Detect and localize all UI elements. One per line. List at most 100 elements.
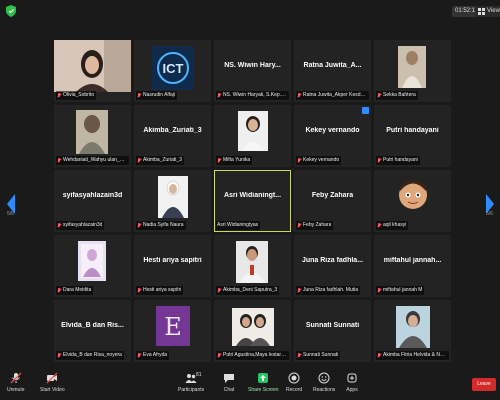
reactions-label: Reactions bbox=[313, 387, 336, 393]
participant-name-label: Hesti ariya sapitri bbox=[136, 286, 184, 295]
muted-mic-icon bbox=[297, 157, 301, 164]
participant-tile[interactable]: E Eva Afryda bbox=[134, 300, 211, 362]
muted-mic-icon bbox=[217, 92, 221, 99]
participant-tile[interactable]: ICT Nasrudin Alfaji bbox=[134, 40, 211, 102]
participant-photo bbox=[232, 308, 274, 346]
participant-photo bbox=[396, 178, 430, 212]
muted-mic-icon bbox=[297, 222, 301, 229]
chat-bubble-icon bbox=[224, 374, 234, 383]
record-icon bbox=[288, 372, 300, 384]
muted-mic-icon bbox=[137, 222, 141, 229]
participant-name-label: Asri Widianingtyas bbox=[216, 221, 261, 230]
view-label: View bbox=[487, 8, 500, 14]
participant-name-label: Wehdaniati_Wahyu ulan_Mifta... bbox=[56, 156, 129, 165]
record-button[interactable]: Record bbox=[286, 372, 302, 393]
share-screen-button[interactable]: Share Screen bbox=[248, 372, 279, 393]
share-screen-label: Share Screen bbox=[248, 387, 279, 393]
muted-mic-icon bbox=[297, 92, 301, 99]
meeting-controls-toolbar: Unmute Start Video Participants 81 Chat … bbox=[0, 368, 500, 400]
participant-tile[interactable]: Wehdaniati_Wahyu ulan_Mifta... bbox=[54, 105, 131, 167]
muted-mic-icon bbox=[377, 222, 381, 229]
participant-tile[interactable]: Nadia Syifa Naura bbox=[134, 170, 211, 232]
participant-photo bbox=[76, 110, 108, 154]
participant-name-label: Juna Riza fadhlah. Mutia bbox=[296, 286, 361, 295]
muted-mic-icon bbox=[377, 287, 381, 294]
participant-tile[interactable]: Elvida_B dan Ris... Elvida_B dan Risa_no… bbox=[54, 300, 131, 362]
participant-tile[interactable]: Sekka Bahtera bbox=[374, 40, 451, 102]
gallery-grid: Olivia_Sobrito ICT Nasrudin Alfaji NS. W… bbox=[54, 40, 451, 362]
apps-button[interactable]: Apps bbox=[346, 372, 358, 393]
participant-tile[interactable]: Akimba_Deni Saputra_3 bbox=[214, 235, 291, 297]
participant-tile[interactable]: Akimba Fitria Helvida & Nurul... bbox=[374, 300, 451, 362]
participant-tile[interactable]: Feby Zahara Feby Zahara bbox=[294, 170, 371, 232]
apps-label: Apps bbox=[346, 387, 358, 393]
muted-mic-icon bbox=[137, 157, 141, 164]
participant-tile[interactable]: Ratna Juwita_A... Ratna Juwita_Akper Kes… bbox=[294, 40, 371, 102]
view-button[interactable]: View bbox=[475, 6, 500, 17]
muted-microphone-icon bbox=[10, 372, 22, 384]
participant-tile[interactable]: NS. Wiwin Hary... NS. Wiwin Haryati, S.K… bbox=[214, 40, 291, 102]
unmute-button[interactable]: Unmute bbox=[7, 372, 25, 393]
reactions-smiley-icon bbox=[318, 372, 330, 384]
participant-name-label: Putri handayani bbox=[376, 156, 420, 165]
participant-display-name: Sunnati Sunnati bbox=[305, 322, 360, 329]
muted-mic-icon bbox=[137, 287, 141, 294]
participant-display-name: Asri Widianingt... bbox=[223, 192, 282, 199]
participant-tile[interactable]: Sunnati Sunnati Sunnati Sunnati bbox=[294, 300, 371, 362]
record-label: Record bbox=[286, 387, 303, 393]
participant-tile[interactable]: Dara Meidita bbox=[54, 235, 131, 297]
participant-display-name: Feby Zahara bbox=[311, 192, 354, 199]
apps-icon bbox=[347, 373, 357, 383]
chat-button[interactable]: Chat bbox=[223, 372, 235, 393]
participant-tile[interactable]: Putri Agustina,Maya lestari da... bbox=[214, 300, 291, 362]
participant-photo bbox=[398, 46, 426, 88]
video-off-icon bbox=[46, 372, 58, 384]
participant-name-label: miftahul jannah M bbox=[376, 286, 425, 295]
muted-mic-icon bbox=[57, 222, 61, 229]
active-speaker-tile[interactable]: Asri Widianingt... Asri Widianingtyas bbox=[214, 170, 291, 232]
chat-label: Chat bbox=[223, 387, 235, 393]
participant-name-label: Akimba Fitria Helvida & Nurul... bbox=[376, 351, 449, 360]
participant-display-name: Putri handayani bbox=[386, 127, 439, 134]
participant-name-label: Elvida_B dan Risa_noyera bbox=[56, 351, 124, 360]
participant-display-name: syifasyahlazain3d bbox=[62, 192, 123, 199]
participant-name-label: Akimba_Deni Saputra_3 bbox=[216, 286, 280, 295]
participant-tile[interactable]: Kekey vernando Kekey vernando bbox=[294, 105, 371, 167]
muted-mic-icon bbox=[57, 157, 61, 164]
share-screen-icon bbox=[258, 373, 269, 383]
participant-tile[interactable]: miftahul jannah... miftahul jannah M bbox=[374, 235, 451, 297]
participant-tile[interactable]: Hesti ariya sapitri Hesti ariya sapitri bbox=[134, 235, 211, 297]
page-indicator-left: 5/6 bbox=[7, 211, 14, 217]
security-shield-icon[interactable] bbox=[6, 5, 16, 17]
participant-tile[interactable]: Mifta Yunika bbox=[214, 105, 291, 167]
participant-tile[interactable]: Putri handayani Putri handayani bbox=[374, 105, 451, 167]
muted-mic-icon bbox=[297, 287, 301, 294]
participant-display-name: Hesti ariya sapitri bbox=[143, 257, 202, 264]
participant-display-name: NS. Wiwin Hary... bbox=[224, 62, 281, 69]
muted-mic-icon bbox=[57, 287, 61, 294]
leave-button[interactable]: Leave bbox=[472, 378, 496, 391]
participant-photo bbox=[396, 306, 430, 348]
participant-tile[interactable]: Juna Riza fadhla... Juna Riza fadhlah. M… bbox=[294, 235, 371, 297]
start-video-button[interactable]: Start Video bbox=[40, 372, 65, 393]
participant-tile[interactable]: Olivia_Sobrito bbox=[54, 40, 131, 102]
page-indicator-right: 5/6 bbox=[486, 211, 493, 217]
muted-mic-icon bbox=[137, 92, 141, 99]
svg-text:E: E bbox=[164, 313, 182, 341]
participant-tile[interactable]: syifasyahlazain3d syifasyahlazain3d bbox=[54, 170, 131, 232]
muted-mic-icon bbox=[217, 352, 221, 359]
participant-name-text: Asri Widianingtyas bbox=[217, 222, 259, 228]
participant-tile[interactable]: Akimba_Zuriati_3 Akimba_Zuriati_3 bbox=[134, 105, 211, 167]
participants-count: 81 bbox=[196, 372, 202, 378]
participant-photo bbox=[158, 176, 188, 218]
start-video-label: Start Video bbox=[40, 387, 65, 393]
top-bar: 01:52:14 View bbox=[0, 0, 500, 22]
muted-mic-icon bbox=[377, 92, 381, 99]
muted-mic-icon bbox=[377, 157, 381, 164]
participant-tile[interactable]: aqil khasyi bbox=[374, 170, 451, 232]
participant-photo bbox=[238, 111, 268, 151]
participant-name-label: Mifta Yunika bbox=[216, 156, 253, 165]
unmute-label: Unmute bbox=[7, 387, 25, 393]
participant-name-label: Akimba_Zuriati_3 bbox=[136, 156, 184, 165]
reactions-button[interactable]: Reactions bbox=[313, 372, 335, 393]
